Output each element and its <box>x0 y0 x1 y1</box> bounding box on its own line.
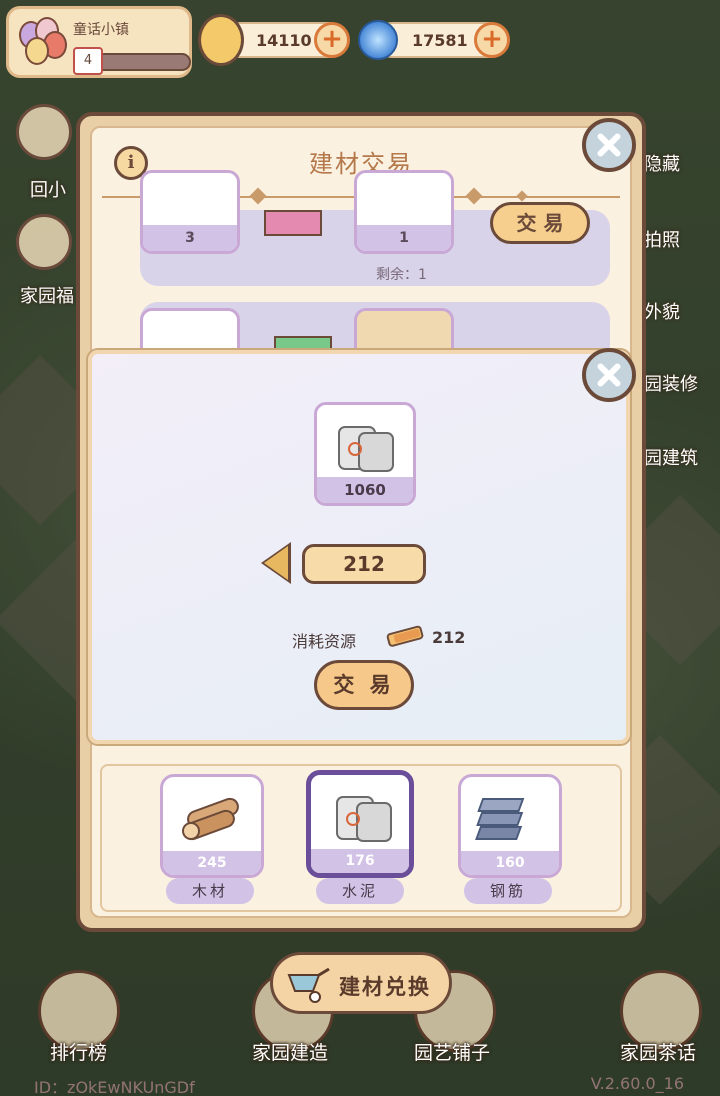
blue-swirl-icon <box>358 20 398 60</box>
cement-bag-icon <box>336 796 392 842</box>
balloons-icon <box>17 17 69 69</box>
version-label: V.2.60.0_16 <box>590 1074 684 1093</box>
gift-icon[interactable] <box>16 214 72 270</box>
get-count: 1 <box>357 225 451 251</box>
add-swirl-button[interactable]: + <box>474 22 510 58</box>
quantity-display[interactable]: 212 <box>302 544 426 584</box>
give-item-card: 3 <box>140 170 240 254</box>
town-name: 童话小镇 <box>73 22 129 38</box>
dialog-item-card: 1060 <box>314 402 416 506</box>
trade-quantity-dialog: 1060 212 消耗资源 212 交 易 <box>88 350 630 744</box>
side-label-welfare: 家园福 <box>20 286 74 307</box>
nav-label-build: 家园建造 <box>252 1042 329 1064</box>
nav-label-leaderboard: 排行榜 <box>50 1042 108 1064</box>
material-label-steel: 钢筋 <box>464 878 552 904</box>
side-label-hide[interactable]: 隐藏 <box>644 150 680 176</box>
decrease-arrow-button[interactable] <box>264 546 288 580</box>
wood-plank-icon <box>386 625 424 647</box>
dialog-item-count: 1060 <box>317 477 413 503</box>
side-label-appearance[interactable]: 外貌 <box>644 298 680 324</box>
steel-beams-icon <box>475 798 525 840</box>
trade-button[interactable]: 交 易 <box>314 660 414 710</box>
remaining-count: 剩余：1 <box>376 267 427 283</box>
material-label-cement: 水泥 <box>316 878 404 904</box>
material-card-steel[interactable]: 160 <box>458 774 562 878</box>
nav-label-shop: 园艺铺子 <box>414 1042 491 1064</box>
exchange-label: 建材兑换 <box>339 975 431 999</box>
material-card-cement[interactable]: 176 <box>306 770 414 878</box>
wheelbarrow-icon <box>287 967 330 1003</box>
side-label-building[interactable]: 园建筑 <box>644 444 698 470</box>
coin-value: 14110 <box>256 31 312 50</box>
material-label-wood: 木材 <box>166 878 254 904</box>
wood-logs-icon <box>182 797 239 841</box>
home-icon[interactable] <box>16 104 72 160</box>
dialog-close-icon[interactable] <box>582 348 636 402</box>
add-coin-button[interactable]: + <box>314 22 350 58</box>
close-icon[interactable] <box>582 118 636 172</box>
trade-arrow-icon <box>264 210 322 236</box>
side-label-photo[interactable]: 拍照 <box>644 226 680 252</box>
side-label-home: 回小 <box>30 180 66 201</box>
material-count: 176 <box>311 849 409 873</box>
town-level-badge[interactable]: 童话小镇 4 <box>6 6 192 78</box>
level-number: 4 <box>73 47 103 75</box>
give-count: 3 <box>143 225 237 251</box>
side-label-decorate[interactable]: 园装修 <box>644 370 698 396</box>
material-count: 160 <box>461 851 559 875</box>
row-trade-button[interactable]: 交 易 <box>490 202 590 244</box>
material-count: 245 <box>163 851 261 875</box>
trade-row: 3 1 交 易 剩余：1 <box>140 170 610 286</box>
player-id: ID：zOkEwNKUnGDf <box>34 1078 195 1096</box>
cement-bag-icon <box>338 426 394 472</box>
snail-coin-icon <box>198 14 244 66</box>
cost-value: 212 <box>432 628 466 647</box>
material-exchange-button[interactable]: 建材兑换 <box>270 952 452 1014</box>
get-item-card: 1 <box>354 170 454 254</box>
swirl-value: 17581 <box>412 31 468 50</box>
material-card-wood[interactable]: 245 <box>160 774 264 878</box>
cost-label: 消耗资源 <box>292 632 357 651</box>
nav-label-tea: 家园茶话 <box>620 1042 697 1064</box>
